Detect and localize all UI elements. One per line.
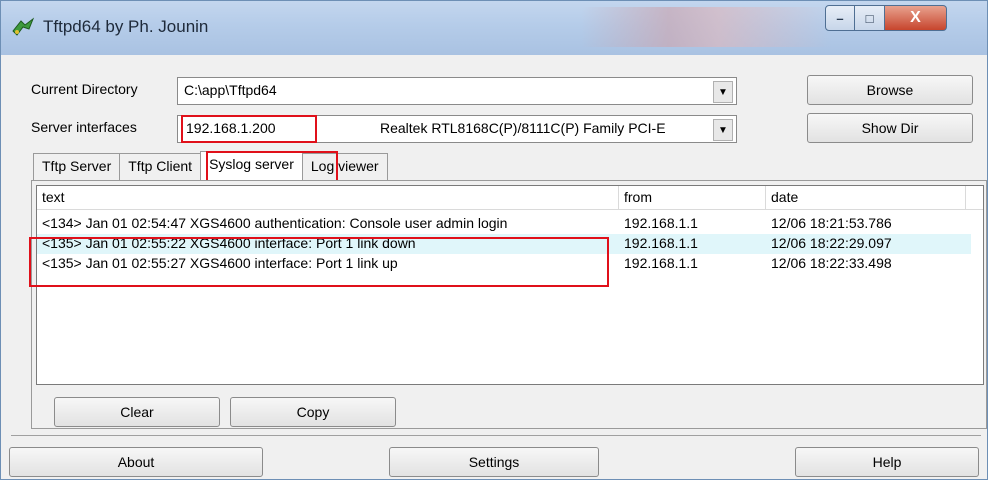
maximize-icon: □ <box>865 10 874 26</box>
tab-label: Tftp Server <box>42 158 112 174</box>
column-header-date[interactable]: date <box>766 186 966 210</box>
settings-label: Settings <box>468 454 520 470</box>
ip-annotation-box <box>181 115 317 143</box>
about-button[interactable]: About <box>9 447 263 477</box>
minimize-icon: – <box>836 10 844 26</box>
syslog-tab-annotation-box <box>206 151 338 182</box>
tab-tftp-client[interactable]: Tftp Client <box>119 153 202 181</box>
current-directory-label: Current Directory <box>31 81 138 97</box>
log-rows-annotation-box <box>29 237 609 287</box>
row-text: <134> Jan 01 02:54:47 XGS4600 authentica… <box>42 215 508 231</box>
current-directory-value: C:\app\Tftpd64 <box>184 82 277 98</box>
copy-button[interactable]: Copy <box>230 397 396 427</box>
footer-divider <box>11 435 981 436</box>
row-from: 192.168.1.1 <box>624 215 698 231</box>
tab-tftp-server[interactable]: Tftp Server <box>33 153 121 181</box>
caption-buttons: – □ X <box>825 5 985 33</box>
server-adapter: Realtek RTL8168C(P)/8111C(P) Family PCI-… <box>380 120 666 136</box>
syslog-panel: text from date <134> Jan 01 02:54:47 XGS… <box>31 180 987 429</box>
table-row[interactable]: <134> Jan 01 02:54:47 XGS4600 authentica… <box>37 214 971 234</box>
chevron-down-icon[interactable]: ▼ <box>713 81 733 103</box>
minimize-button[interactable]: – <box>825 5 855 31</box>
row-from: 192.168.1.1 <box>624 255 698 271</box>
row-date: 12/06 18:22:33.498 <box>771 255 892 271</box>
help-label: Help <box>872 454 902 470</box>
window-title: Tftpd64 by Ph. Jounin <box>43 17 209 36</box>
browse-button[interactable]: Browse <box>807 75 973 105</box>
app-window: Tftpd64 by Ph. Jounin – □ X Current Dire… <box>0 0 988 480</box>
maximize-button[interactable]: □ <box>855 5 885 31</box>
column-header-text[interactable]: text <box>37 186 619 210</box>
row-date: 12/06 18:22:29.097 <box>771 235 892 251</box>
list-header: text from date <box>37 186 983 210</box>
close-button[interactable]: X <box>885 5 947 31</box>
help-button[interactable]: Help <box>795 447 979 477</box>
show-dir-label: Show Dir <box>861 120 919 136</box>
tftpd-app-icon <box>11 17 35 39</box>
about-label: About <box>117 454 155 470</box>
close-icon: X <box>910 9 921 26</box>
chevron-down-icon[interactable]: ▼ <box>713 119 733 141</box>
current-directory-combo[interactable]: C:\app\Tftpd64 ▼ <box>177 77 737 105</box>
show-dir-button[interactable]: Show Dir <box>807 113 973 143</box>
title-bar-blur <box>581 7 831 47</box>
settings-button[interactable]: Settings <box>389 447 599 477</box>
title-bar[interactable]: Tftpd64 by Ph. Jounin – □ X <box>1 1 987 55</box>
browse-label: Browse <box>866 82 914 98</box>
column-header-from[interactable]: from <box>619 186 766 210</box>
row-from: 192.168.1.1 <box>624 235 698 251</box>
server-interfaces-label: Server interfaces <box>31 119 137 135</box>
copy-label: Copy <box>296 404 330 420</box>
row-date: 12/06 18:21:53.786 <box>771 215 892 231</box>
clear-button[interactable]: Clear <box>54 397 220 427</box>
clear-label: Clear <box>120 404 154 420</box>
tab-label: Tftp Client <box>128 158 193 174</box>
